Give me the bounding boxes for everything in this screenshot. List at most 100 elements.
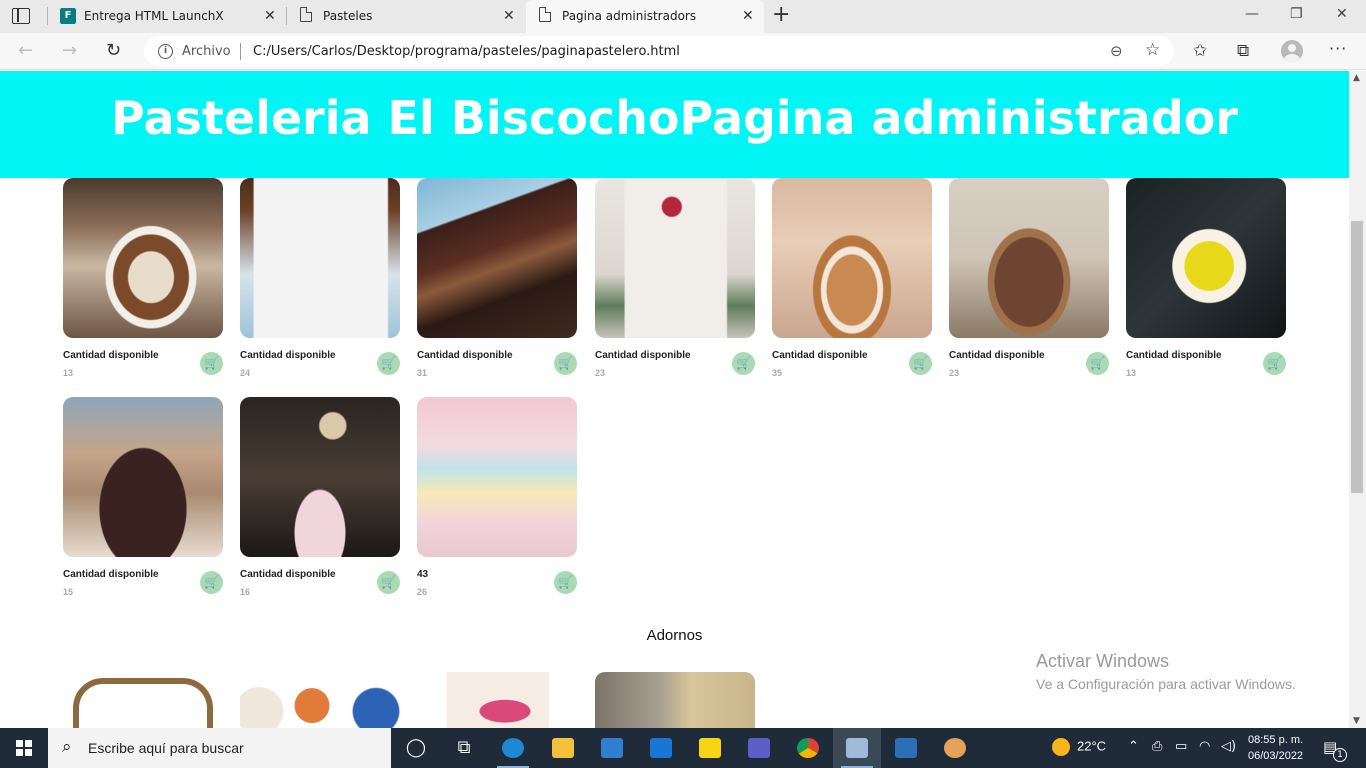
product-quantity: 13 — [63, 368, 74, 378]
watermark-subtitle: Ve a Configuración para activar Windows. — [1036, 676, 1296, 692]
microsoft-store-icon[interactable] — [588, 728, 636, 768]
product-card: Cantidad disponible 35 🛒 — [772, 178, 932, 388]
file-explorer-icon[interactable] — [539, 728, 587, 768]
scroll-thumb[interactable] — [1351, 221, 1363, 493]
url-field[interactable]: i Archivo C:/Users/Carlos/Desktop/progra… — [144, 36, 1174, 66]
product-image[interactable] — [417, 178, 577, 338]
close-icon[interactable]: ✕ — [503, 8, 515, 24]
product-image[interactable] — [63, 178, 223, 338]
active-app-icon[interactable] — [833, 728, 881, 768]
decoration-image[interactable] — [63, 672, 223, 728]
forms-app-icon: F — [60, 8, 76, 24]
url-divider — [240, 43, 241, 60]
zoom-out-icon[interactable]: ⊖ — [1110, 42, 1123, 60]
page-title: Pasteleria El BiscochoPagina administrad… — [111, 91, 1238, 145]
windows-taskbar: ⌕ Escribe aquí para buscar ◯ ⧉ 22°C ⌃ ⎙ … — [0, 728, 1366, 768]
battery-icon[interactable]: ▭ — [1175, 739, 1187, 754]
minimize-icon[interactable]: — — [1245, 6, 1259, 22]
product-image[interactable] — [417, 397, 577, 557]
back-arrow-icon[interactable]: ← — [18, 40, 33, 61]
more-menu-icon[interactable]: ··· — [1329, 39, 1347, 58]
notification-count-badge: 1 — [1333, 748, 1347, 762]
add-to-cart-icon[interactable]: 🛒 — [377, 352, 400, 375]
close-icon[interactable]: ✕ — [264, 8, 276, 24]
product-card: Cantidad disponible 24 🛒 — [240, 178, 400, 388]
url-text[interactable]: C:/Users/Carlos/Desktop/programa/pastele… — [253, 44, 680, 59]
product-image[interactable] — [63, 397, 223, 557]
info-icon[interactable]: i — [158, 44, 173, 59]
windows-start-icon[interactable] — [16, 740, 32, 756]
product-image[interactable] — [240, 397, 400, 557]
add-favorite-star-icon[interactable]: ☆ — [1145, 40, 1160, 60]
paint-icon[interactable] — [931, 728, 979, 768]
edge-browser-icon[interactable] — [489, 728, 537, 768]
forward-arrow-icon[interactable]: → — [62, 40, 77, 61]
product-image[interactable] — [1126, 178, 1286, 338]
restore-icon[interactable]: ❐ — [1290, 6, 1303, 22]
chevron-up-icon[interactable]: ⌃ — [1128, 739, 1139, 754]
mail-icon[interactable] — [637, 728, 685, 768]
section-title-adornos: Adornos — [646, 627, 703, 644]
volume-icon[interactable]: ◁) — [1221, 739, 1236, 754]
meet-now-icon[interactable]: ⎙ — [1152, 739, 1162, 754]
window-close-icon[interactable]: ✕ — [1336, 6, 1348, 22]
clock-date: 06/03/2022 — [1248, 750, 1304, 762]
profile-avatar-icon[interactable] — [1281, 40, 1303, 62]
weather-widget[interactable]: 22°C — [1052, 738, 1106, 756]
add-to-cart-icon[interactable]: 🛒 — [732, 352, 755, 375]
product-label: Cantidad disponible — [1126, 350, 1222, 361]
product-card: Cantidad disponible 15 🛒 — [63, 397, 223, 607]
teams-icon[interactable] — [735, 728, 783, 768]
product-label: Cantidad disponible — [772, 350, 868, 361]
tab-entrega-html[interactable]: F Entrega HTML LaunchX ✕ — [48, 0, 286, 33]
chrome-icon[interactable] — [784, 728, 832, 768]
product-image[interactable] — [772, 178, 932, 338]
refresh-icon[interactable]: ↻ — [106, 40, 121, 61]
photos-icon[interactable] — [882, 728, 930, 768]
add-to-cart-icon[interactable]: 🛒 — [200, 352, 223, 375]
tab-actions-icon[interactable] — [12, 8, 30, 24]
decoration-image[interactable] — [595, 672, 755, 728]
product-label: Cantidad disponible — [240, 569, 336, 580]
close-icon[interactable]: ✕ — [742, 8, 754, 24]
product-quantity: 31 — [417, 368, 428, 378]
add-to-cart-icon[interactable]: 🛒 — [377, 571, 400, 594]
search-placeholder: Escribe aquí para buscar — [88, 740, 244, 756]
cortana-circle-icon[interactable]: ◯ — [392, 728, 440, 768]
product-card: Cantidad disponible 31 🛒 — [417, 178, 577, 388]
decoration-image[interactable] — [240, 672, 400, 728]
collections-icon[interactable]: ⧉ — [1237, 41, 1249, 61]
product-label: Cantidad disponible — [417, 350, 513, 361]
page-header: Pasteleria El BiscochoPagina administrad… — [0, 71, 1349, 178]
product-card: Cantidad disponible 13 🛒 — [63, 178, 223, 388]
system-clock[interactable]: 08:55 p. m. 06/03/2022 — [1248, 732, 1303, 764]
decoration-image[interactable] — [417, 672, 577, 728]
page-viewport: Pasteleria El BiscochoPagina administrad… — [0, 71, 1349, 728]
product-image[interactable] — [595, 178, 755, 338]
page-scrollbar[interactable]: ▲ ▼ — [1349, 71, 1366, 728]
add-to-cart-icon[interactable]: 🛒 — [1263, 352, 1286, 375]
add-to-cart-icon[interactable]: 🛒 — [200, 571, 223, 594]
product-card: Cantidad disponible 23 🛒 — [595, 178, 755, 388]
add-to-cart-icon[interactable]: 🛒 — [1086, 352, 1109, 375]
new-tab-plus-icon[interactable]: + — [772, 4, 790, 26]
product-image[interactable] — [949, 178, 1109, 338]
address-bar: ← → ↻ i Archivo C:/Users/Carlos/Desktop/… — [0, 33, 1366, 70]
scroll-up-arrow-icon[interactable]: ▲ — [1353, 73, 1360, 83]
scheme-label: Archivo — [182, 44, 231, 59]
add-to-cart-icon[interactable]: 🛒 — [554, 571, 577, 594]
add-to-cart-icon[interactable]: 🛒 — [909, 352, 932, 375]
page-icon — [539, 7, 551, 22]
wifi-icon[interactable]: ◠ — [1199, 739, 1210, 754]
watermark-title: Activar Windows — [1036, 651, 1170, 671]
sticky-notes-icon[interactable] — [686, 728, 734, 768]
task-view-icon[interactable]: ⧉ — [440, 728, 488, 768]
tab-pasteles[interactable]: Pasteles ✕ — [287, 0, 525, 33]
scroll-down-arrow-icon[interactable]: ▼ — [1353, 716, 1360, 726]
tab-pagina-administradors[interactable]: Pagina administradors ✕ — [526, 0, 764, 33]
product-image[interactable] — [240, 178, 400, 338]
add-to-cart-icon[interactable]: 🛒 — [554, 352, 577, 375]
favorites-icon[interactable]: ✩ — [1193, 41, 1207, 61]
product-quantity: 23 — [595, 368, 606, 378]
taskbar-search-box[interactable]: ⌕ Escribe aquí para buscar — [48, 728, 391, 768]
